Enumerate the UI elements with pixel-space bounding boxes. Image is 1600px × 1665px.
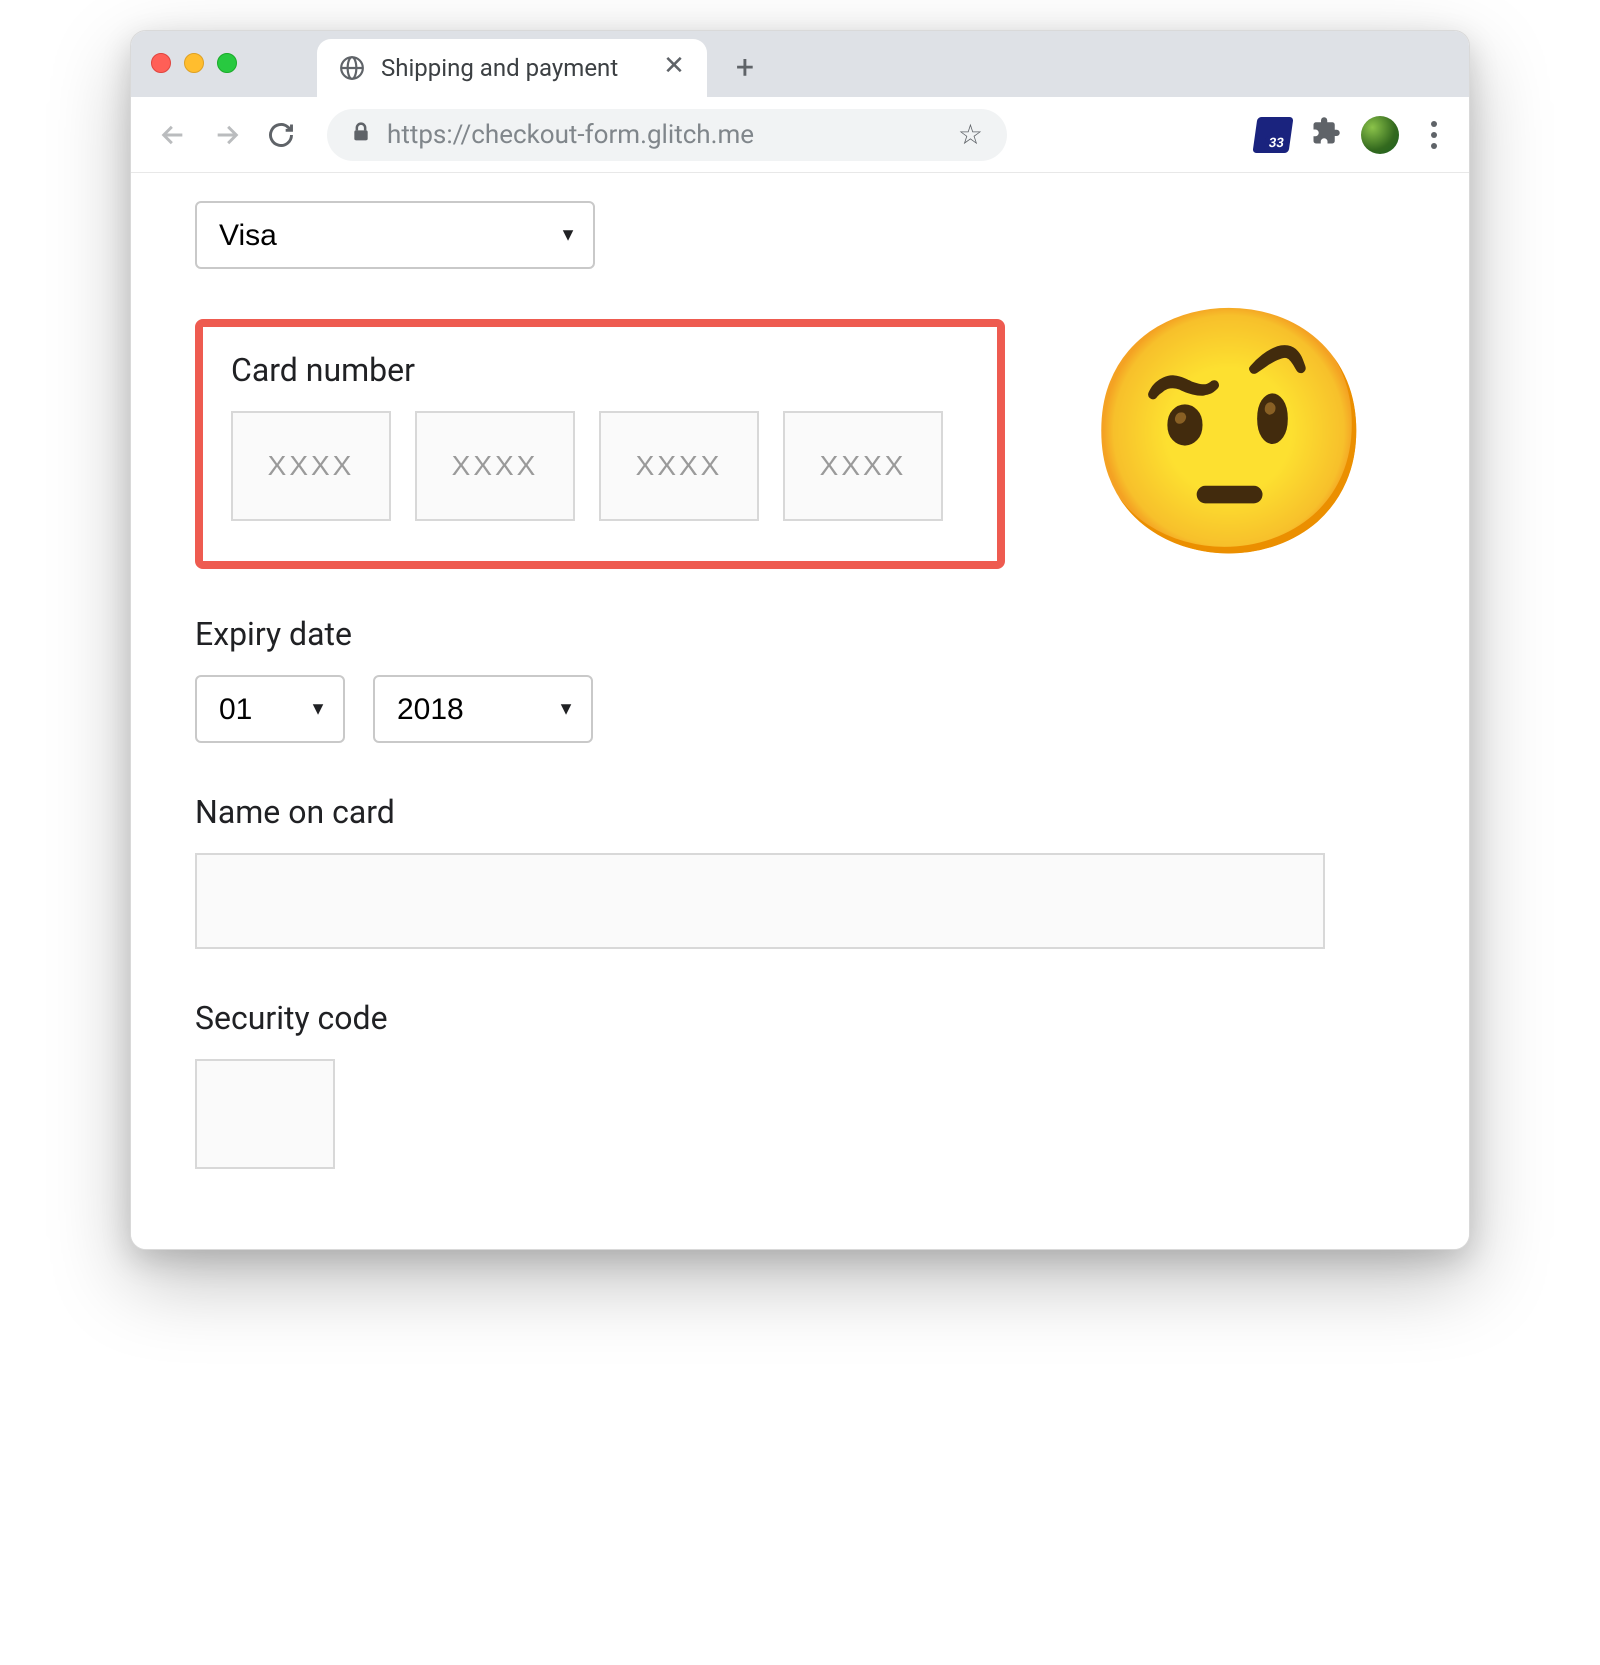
page-content: 🤨 Visa Card number Expiry date: [131, 173, 1469, 1249]
name-label: Name on card: [195, 793, 1405, 831]
browser-window: Shipping and payment ✕ + https://checkou…: [130, 30, 1470, 1250]
cvv-group: Security code: [195, 999, 1405, 1169]
name-group: Name on card: [195, 793, 1405, 949]
close-window-button[interactable]: [151, 53, 171, 73]
globe-icon: [339, 55, 365, 81]
browser-toolbar: https://checkout-form.glitch.me ☆: [131, 97, 1469, 173]
extension-icon[interactable]: [1255, 117, 1291, 153]
arrow-left-icon: [159, 121, 187, 149]
profile-avatar[interactable]: [1361, 116, 1399, 154]
bookmark-star-icon[interactable]: ☆: [958, 118, 983, 151]
expiry-month-select[interactable]: 01: [195, 675, 345, 743]
card-number-inputs: [231, 411, 969, 521]
tab-bar: Shipping and payment ✕ +: [131, 31, 1469, 97]
security-code-input[interactable]: [195, 1059, 335, 1169]
forward-button[interactable]: [205, 113, 249, 157]
browser-tab[interactable]: Shipping and payment ✕: [317, 39, 707, 97]
reload-button[interactable]: [259, 113, 303, 157]
card-type-select[interactable]: Visa: [195, 201, 595, 269]
expiry-year-select[interactable]: 2018: [373, 675, 593, 743]
expiry-group: Expiry date 01 2018: [195, 615, 1405, 743]
card-number-label: Card number: [231, 351, 969, 389]
tab-title: Shipping and payment: [381, 54, 647, 82]
cvv-label: Security code: [195, 999, 1405, 1037]
raised-eyebrow-emoji: 🤨: [1080, 313, 1379, 553]
expiry-label: Expiry date: [195, 615, 1405, 653]
card-number-segment-2[interactable]: [415, 411, 575, 521]
card-number-segment-1[interactable]: [231, 411, 391, 521]
name-on-card-input[interactable]: [195, 853, 1325, 949]
arrow-right-icon: [213, 121, 241, 149]
card-type-group: Visa: [195, 201, 1405, 269]
toolbar-actions: [1255, 116, 1449, 154]
minimize-window-button[interactable]: [184, 53, 204, 73]
card-number-highlight: Card number: [195, 319, 1005, 569]
reload-icon: [267, 121, 295, 149]
url-text: https://checkout-form.glitch.me: [387, 120, 942, 150]
close-tab-button[interactable]: ✕: [663, 57, 685, 79]
window-controls: [151, 53, 237, 97]
card-number-segment-3[interactable]: [599, 411, 759, 521]
address-bar[interactable]: https://checkout-form.glitch.me ☆: [327, 109, 1007, 161]
lock-icon: [351, 121, 371, 149]
maximize-window-button[interactable]: [217, 53, 237, 73]
new-tab-button[interactable]: +: [725, 47, 765, 87]
extensions-menu-icon[interactable]: [1311, 116, 1341, 154]
card-number-segment-4[interactable]: [783, 411, 943, 521]
back-button[interactable]: [151, 113, 195, 157]
browser-menu-button[interactable]: [1419, 121, 1449, 149]
